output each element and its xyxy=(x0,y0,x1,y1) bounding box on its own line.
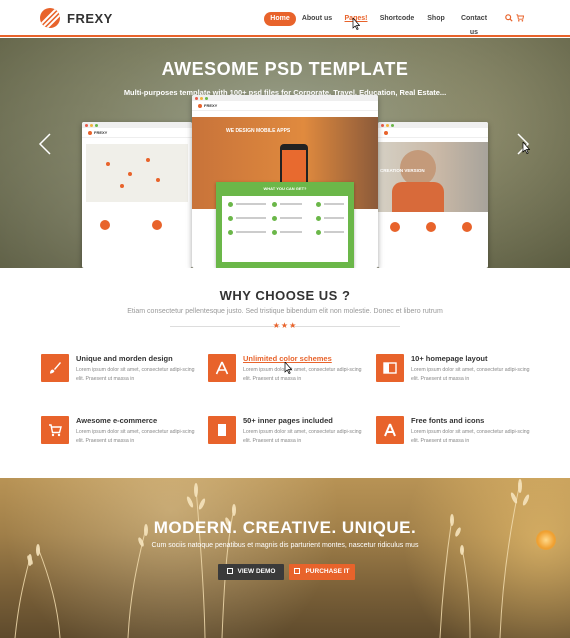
cta-banner: MODERN. CREATIVE. UNIQUE. Cum sociis nat… xyxy=(0,478,570,638)
feature-desc: Lorem ipsum dolor sit amet, consectetur … xyxy=(76,429,195,444)
feature-desc: Lorem ipsum dolor sit amet, consectetur … xyxy=(243,429,362,444)
feature-unique-design: Unique and morden design Lorem ipsum dol… xyxy=(41,354,201,394)
mockup-center-banner-text: WE DESIGN MOBILE APPS xyxy=(226,128,291,134)
nav-item-shop[interactable]: Shop xyxy=(424,12,448,26)
feature-desc: Lorem ipsum dolor sit amet, consectetur … xyxy=(411,367,530,382)
mockup-center-panel-title: WHAT YOU CAN GET? xyxy=(263,186,307,191)
main-nav: Home About us Pages! Shortcode Shop Cont… xyxy=(0,12,570,36)
view-demo-label: VIEW DEMO xyxy=(237,568,276,575)
purchase-label: PURCHASE IT xyxy=(305,568,350,575)
feature-color-schemes: Unlimited color schemes Lorem ipsum dolo… xyxy=(208,354,368,394)
feature-fonts-icons: Free fonts and icons Lorem ipsum dolor s… xyxy=(376,416,536,456)
layout-icon xyxy=(376,354,404,382)
feature-title: Unique and morden design xyxy=(76,354,173,363)
cursor-icon-feature xyxy=(284,362,292,374)
feature-desc: Lorem ipsum dolor sit amet, consectetur … xyxy=(243,367,362,382)
mockup-center-panel: WHAT YOU CAN GET? xyxy=(216,182,354,268)
feature-desc: Lorem ipsum dolor sit amet, consectetur … xyxy=(411,429,530,444)
mockup-center-logo: FREXY xyxy=(204,103,218,108)
app-store-icon xyxy=(208,354,236,382)
grass-illustration xyxy=(14,479,530,638)
cursor-icon-hero xyxy=(522,142,530,154)
chevron-left-icon xyxy=(38,133,51,155)
cursor-icon xyxy=(352,18,360,30)
stars-divider: ★★★ xyxy=(272,321,298,330)
hero-slider: AWESOME PSD TEMPLATE Multi-purposes temp… xyxy=(0,38,570,268)
cta-title: MODERN. CREATIVE. UNIQUE. xyxy=(153,518,417,537)
nav-item-about-us[interactable]: About us xyxy=(300,12,334,26)
feature-ecommerce: Awesome e-commerce Lorem ipsum dolor sit… xyxy=(41,416,201,456)
nav-item-shortcode[interactable]: Shortcode xyxy=(378,12,416,26)
site-header: FREXY Home About us Pages! Shortcode Sho… xyxy=(0,0,570,37)
mockup-right-caption: CREATION VERSION xyxy=(380,168,425,173)
map-preview xyxy=(86,144,188,202)
feature-homepage-layout: 10+ homepage layout Lorem ipsum dolor si… xyxy=(376,354,536,394)
feature-title: Free fonts and icons xyxy=(411,416,485,425)
mockup-left: FREXY xyxy=(82,122,192,268)
mockup-center: FREXY WE DESIGN MOBILE APPS WHAT YOU CAN… xyxy=(192,95,378,268)
nav-item-home[interactable]: Home xyxy=(264,12,296,26)
cta-subtitle: Cum sociis natoque penatibus et magnis d… xyxy=(151,542,419,549)
feature-title: 10+ homepage layout xyxy=(411,354,488,363)
cart-icon xyxy=(41,416,69,444)
feature-title: 50+ inner pages included xyxy=(243,416,333,425)
feature-title: Awesome e-commerce xyxy=(76,416,158,425)
feature-inner-pages: 50+ inner pages included Lorem ipsum dol… xyxy=(208,416,368,456)
purchase-button[interactable]: PURCHASE IT xyxy=(289,564,355,580)
feature-desc: Lorem ipsum dolor sit amet, consectetur … xyxy=(76,367,195,382)
mockup-right-photo: CREATION VERSION xyxy=(378,142,488,212)
view-demo-button[interactable]: VIEW DEMO xyxy=(218,564,284,580)
search-icon[interactable] xyxy=(505,14,513,22)
nav-item-contact-us[interactable]: Contact us xyxy=(456,12,492,36)
slider-prev[interactable] xyxy=(38,133,52,155)
section-subtitle: Etiam consectetur pellentesque justo. Se… xyxy=(127,308,443,315)
font-icon xyxy=(376,416,404,444)
cart-icon[interactable] xyxy=(516,14,524,22)
brush-icon xyxy=(41,354,69,382)
mockup-left-logo: FREXY xyxy=(94,130,108,135)
page-icon xyxy=(208,416,236,444)
mockup-right: CREATION VERSION xyxy=(378,122,488,268)
hero-title: AWESOME PSD TEMPLATE xyxy=(161,59,409,79)
bag-icon xyxy=(294,568,301,574)
external-link-icon xyxy=(226,568,233,574)
section-title: WHY CHOOSE US ? xyxy=(219,288,351,303)
